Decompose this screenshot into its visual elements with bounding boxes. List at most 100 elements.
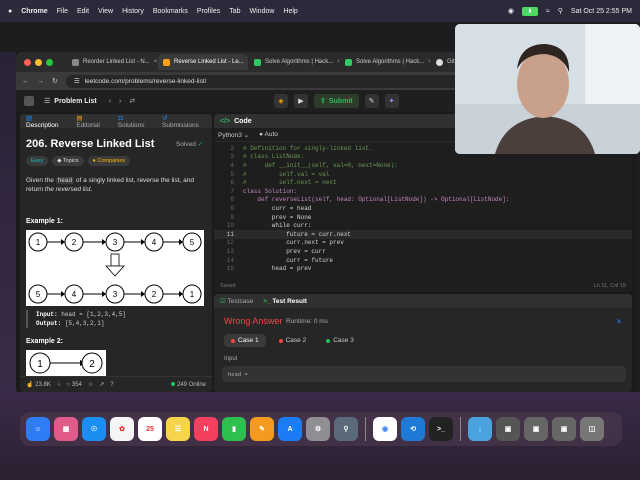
close-window-button[interactable] bbox=[24, 58, 31, 66]
browser-tab[interactable]: Reorder Linked List - N... × bbox=[67, 54, 157, 70]
recent-window-icon[interactable]: ▣ bbox=[552, 417, 576, 441]
code-editor[interactable]: 2 # Definition for singly-linked list. 3 # … bbox=[214, 144, 632, 273]
thumbs-up-icon: ☝ bbox=[26, 382, 34, 388]
vscode-icon[interactable]: ⟲ bbox=[401, 417, 425, 441]
close-tab-icon[interactable]: × bbox=[154, 59, 157, 65]
expand-icon[interactable]: ⇲ bbox=[616, 318, 621, 325]
apple-menu-icon[interactable]: ● bbox=[8, 8, 12, 15]
calendar-icon[interactable]: 25 bbox=[138, 417, 162, 441]
case-1-tab[interactable]: Case 1 bbox=[224, 334, 266, 347]
note-icon[interactable]: ✎ bbox=[364, 94, 379, 108]
screen-record-icon[interactable]: ◉ bbox=[508, 7, 514, 15]
tab-test-result[interactable]: >_ Test Result bbox=[263, 298, 307, 305]
notes-icon[interactable]: ☰ bbox=[166, 417, 190, 441]
menu-chrome[interactable]: Chrome bbox=[21, 8, 47, 15]
downloads-folder-icon[interactable]: ↓ bbox=[468, 417, 492, 441]
news-icon[interactable]: N bbox=[194, 417, 218, 441]
code-line[interactable]: 12 curr.next = prev bbox=[214, 239, 632, 248]
webcam-overlay[interactable] bbox=[455, 24, 640, 154]
leetcode-logo-icon[interactable] bbox=[24, 96, 34, 106]
menu-window[interactable]: Window bbox=[250, 8, 275, 15]
close-tab-icon[interactable]: × bbox=[337, 59, 339, 65]
browser-tab[interactable]: Solve Algorithms | Hack...× bbox=[249, 54, 339, 70]
shuffle-icon[interactable]: ⇄ bbox=[129, 97, 135, 105]
prev-problem-icon[interactable]: ‹ bbox=[109, 98, 111, 105]
code-line[interactable]: 4 # def __init__(self, val=0, next=None): bbox=[214, 161, 632, 170]
reload-icon[interactable]: ↻ bbox=[52, 77, 58, 85]
code-line[interactable]: 14 curr = future bbox=[214, 256, 632, 265]
code-line[interactable]: 11 future = curr.next bbox=[214, 229, 632, 239]
next-problem-icon[interactable]: › bbox=[119, 98, 121, 105]
finder-icon[interactable]: ☺ bbox=[26, 417, 50, 441]
topics-badge[interactable]: ◆ Topics bbox=[52, 156, 84, 166]
case-3-tab[interactable]: Case 3 bbox=[319, 334, 361, 347]
pages-icon[interactable]: ✎ bbox=[250, 417, 274, 441]
clock[interactable]: Sat Oct 25 2:55 PM bbox=[571, 8, 632, 15]
star-icon[interactable]: ☆ bbox=[88, 381, 93, 388]
help-icon[interactable]: ? bbox=[110, 382, 113, 388]
run-icon[interactable]: ▶ bbox=[294, 94, 308, 108]
code-line[interactable]: 8 def reverseList(self, head: Optional[L… bbox=[214, 196, 632, 205]
code-line[interactable]: 6 # self.next = next bbox=[214, 178, 632, 187]
tab-editorial[interactable]: ▤ Editorial bbox=[76, 114, 107, 129]
menu-view[interactable]: View bbox=[98, 8, 113, 15]
menu-tab[interactable]: Tab bbox=[229, 8, 240, 15]
menu-help[interactable]: Help bbox=[283, 8, 297, 15]
problem-list-icon[interactable]: ☰ bbox=[44, 97, 50, 105]
battery-icon[interactable]: ▮ bbox=[521, 6, 538, 16]
comments-button[interactable]: ○ 354 bbox=[67, 382, 82, 388]
launchpad-icon[interactable]: ▦ bbox=[54, 417, 78, 441]
close-tab-icon[interactable]: × bbox=[428, 59, 430, 65]
dislike-icon[interactable]: ☟ bbox=[57, 381, 61, 388]
code-line[interactable]: 5 # self.val = val bbox=[214, 170, 632, 179]
minimize-window-button[interactable] bbox=[35, 58, 42, 66]
debug-icon[interactable]: ◈ bbox=[274, 94, 288, 108]
menu-file[interactable]: File bbox=[57, 8, 68, 15]
trash-icon[interactable]: ◫ bbox=[580, 417, 604, 441]
back-icon[interactable]: ← bbox=[22, 78, 29, 85]
menu-profiles[interactable]: Profiles bbox=[197, 8, 220, 15]
code-line[interactable]: 9 curr = head bbox=[214, 204, 632, 213]
safari-icon[interactable]: ☉ bbox=[82, 417, 106, 441]
recent-window-icon[interactable]: ▣ bbox=[496, 417, 520, 441]
node-arrowhead bbox=[179, 291, 183, 297]
menu-edit[interactable]: Edit bbox=[77, 8, 89, 15]
code-line[interactable]: 15 head = prev bbox=[214, 264, 632, 273]
submit-button[interactable]: ⇧ Submit bbox=[314, 94, 359, 108]
case-2-tab[interactable]: Case 2 bbox=[272, 334, 314, 347]
browser-tab-active[interactable]: Reverse Linked List - Le...× bbox=[158, 54, 248, 70]
auto-toggle[interactable]: ● Auto bbox=[259, 131, 278, 138]
menu-history[interactable]: History bbox=[122, 8, 144, 15]
ai-icon[interactable]: ✦ bbox=[384, 94, 399, 108]
zoom-window-button[interactable] bbox=[46, 58, 53, 66]
code-line[interactable]: 10 while curr: bbox=[214, 221, 632, 230]
companies-badge[interactable]: ● Companies bbox=[87, 156, 131, 166]
code-line[interactable]: 13 prev = curr bbox=[214, 247, 632, 256]
recent-window-icon[interactable]: ▣ bbox=[524, 417, 548, 441]
menu-bookmarks[interactable]: Bookmarks bbox=[153, 8, 188, 15]
numbers-icon[interactable]: ▮ bbox=[222, 417, 246, 441]
like-button[interactable]: ☝ 23.8K bbox=[26, 381, 51, 388]
wifi-icon[interactable]: ≈ bbox=[546, 8, 550, 15]
search-icon[interactable]: ⚲ bbox=[558, 7, 563, 15]
code-line[interactable]: 7 class Solution: bbox=[214, 187, 632, 196]
tab-solutions[interactable]: ⚖ Solutions bbox=[118, 114, 152, 129]
window-controls bbox=[24, 58, 53, 66]
browser-tab[interactable]: Solve Algorithms | Hack...× bbox=[340, 54, 430, 70]
language-select[interactable]: Python3 ⌄ bbox=[218, 131, 249, 139]
tab-description[interactable]: ▧ Description bbox=[26, 114, 66, 129]
share-icon[interactable]: ↗ bbox=[99, 381, 104, 388]
terminal-icon[interactable]: >_ bbox=[429, 417, 453, 441]
system-settings-icon[interactable]: ⚙ bbox=[306, 417, 330, 441]
editor-status: Saved Ln 11, Col 15 bbox=[214, 280, 632, 292]
forward-icon[interactable]: → bbox=[37, 78, 44, 85]
preview-icon[interactable]: ⚲ bbox=[334, 417, 358, 441]
chrome-icon[interactable]: ◉ bbox=[373, 417, 397, 441]
tab-submissions[interactable]: ↺ Submissions bbox=[162, 114, 206, 129]
code-line[interactable]: 9 prev = None bbox=[214, 213, 632, 222]
problem-list-link[interactable]: Problem List bbox=[54, 98, 96, 105]
tab-testcase[interactable]: ☑ Testcase bbox=[220, 297, 253, 305]
photos-icon[interactable]: ✿ bbox=[110, 417, 134, 441]
site-info-icon[interactable]: ☰ bbox=[74, 77, 80, 85]
app-store-icon[interactable]: A bbox=[278, 417, 302, 441]
